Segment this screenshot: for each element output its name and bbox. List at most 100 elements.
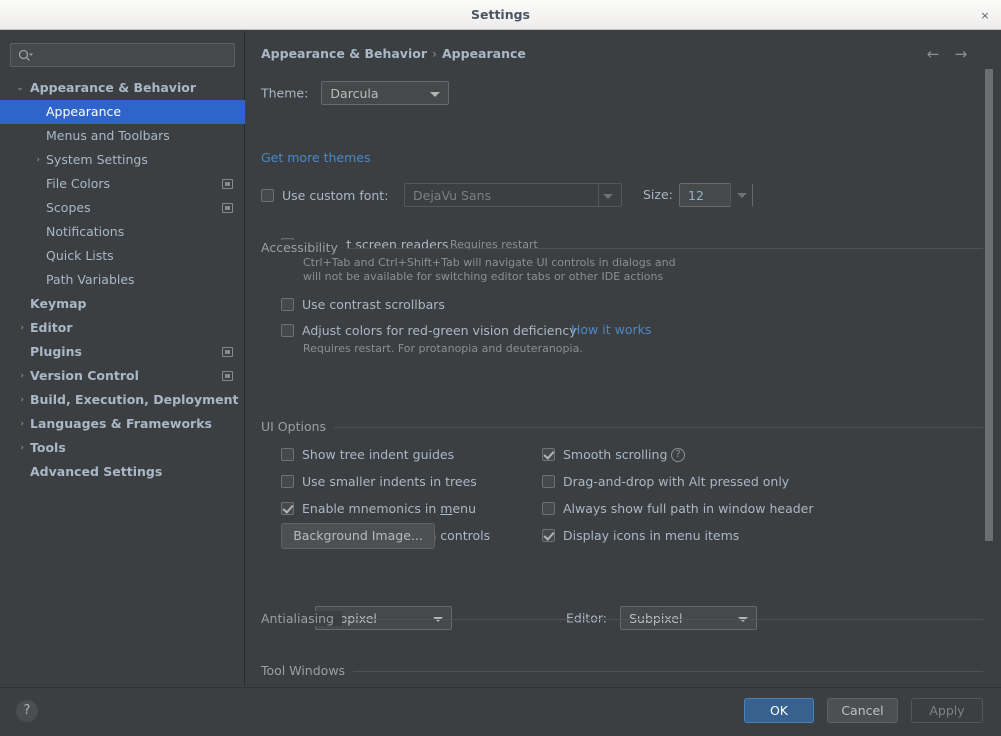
spinner-dropdown-button[interactable] [730, 183, 752, 207]
sidebar-item-label: Build, Execution, Deployment [30, 392, 239, 407]
sidebar-item-menus-and-toolbars[interactable]: Menus and Toolbars [0, 124, 245, 148]
theme-value: Darcula [330, 86, 379, 101]
settings-content-panel: Appearance & Behavior › Appearance ← → The… [246, 31, 1001, 686]
chevron-right-icon[interactable]: › [16, 316, 28, 340]
chevron-down-icon [737, 193, 747, 198]
checkbox-box [281, 475, 294, 488]
sidebar-item-build-execution-deployment[interactable]: › Build, Execution, Deployment [0, 388, 245, 412]
back-arrow-icon[interactable]: ← [922, 45, 944, 65]
editor-antialiasing-select[interactable]: Subpixel [620, 606, 758, 630]
sidebar-item-scopes[interactable]: Scopes [0, 196, 245, 220]
editor-antialiasing-label: Editor: [566, 610, 607, 626]
sidebar-item-label: Plugins [30, 344, 82, 359]
sidebar-item-version-control[interactable]: › Version Control [0, 364, 245, 388]
ui-option-label: Smooth scrolling [563, 447, 668, 462]
sidebar-item-label: Tools [30, 440, 66, 455]
editor-antialiasing-row: Editor: Subpixel [566, 606, 758, 630]
divider [261, 671, 983, 672]
sidebar-item-label: System Settings [46, 152, 148, 167]
ui-option-label: Drag-and-drop with Alt pressed only [563, 474, 790, 489]
settings-dialog: Settings × ⌄ Appearance & Behavior Appeara… [0, 0, 1001, 736]
sidebar-item-label: Appearance & Behavior [30, 80, 196, 95]
close-icon[interactable]: × [977, 8, 993, 24]
search-field-wrapper[interactable] [10, 43, 235, 67]
sidebar-item-label: Quick Lists [46, 248, 114, 263]
breadcrumb-leaf: Appearance [442, 46, 526, 61]
sidebar-item-label: Editor [30, 320, 73, 335]
sidebar-item-path-variables[interactable]: Path Variables [0, 268, 245, 292]
get-more-themes-link[interactable]: Get more themes [261, 150, 371, 165]
divider [261, 248, 983, 249]
divider [598, 184, 599, 206]
checkbox-box [281, 324, 294, 337]
mnemonic-letter: m [440, 501, 453, 516]
antialiasing-title: Antialiasing [261, 611, 342, 626]
sidebar-item-label: Appearance [46, 104, 122, 119]
ok-button[interactable]: OK [744, 698, 814, 723]
background-image-button[interactable]: Background Image... [281, 523, 435, 549]
chevron-down-icon [430, 92, 441, 97]
settings-sidebar: ⌄ Appearance & Behavior Appearance Menus an… [0, 31, 245, 686]
screen-readers-note-line1: Ctrl+Tab and Ctrl+Shift+Tab will navigat… [303, 256, 676, 269]
ui-option-label: Always show full path in window header [563, 501, 814, 516]
accessibility-title: Accessibility [261, 240, 346, 255]
content-scrollbar[interactable] [985, 69, 993, 541]
chevron-right-icon[interactable]: › [16, 436, 28, 460]
font-size-value: 12 [688, 188, 704, 203]
sidebar-item-label: File Colors [46, 176, 111, 191]
sidebar-item-advanced-settings[interactable]: Advanced Settings [0, 460, 245, 484]
chevron-right-icon[interactable]: › [16, 364, 28, 388]
sidebar-item-label: Path Variables [46, 272, 135, 287]
checkbox-box [542, 502, 555, 515]
chevron-right-icon[interactable]: › [16, 412, 28, 436]
chevron-down-icon[interactable]: ⌄ [14, 76, 26, 100]
cancel-button[interactable]: Cancel [827, 698, 898, 723]
sidebar-item-tools[interactable]: › Tools [0, 436, 245, 460]
divider [261, 619, 983, 620]
breadcrumb: Appearance & Behavior › Appearance [261, 46, 526, 61]
navigation-arrows: ← → [922, 45, 978, 65]
custom-font-value: DejaVu Sans [413, 188, 492, 203]
how-it-works-link[interactable]: How it works [571, 322, 651, 337]
breadcrumb-root[interactable]: Appearance & Behavior [261, 46, 427, 61]
use-contrast-scrollbars-label: Use contrast scrollbars [302, 297, 445, 312]
search-icon [17, 48, 33, 64]
sidebar-item-languages-frameworks[interactable]: › Languages & Frameworks [0, 412, 245, 436]
help-button[interactable]: ? [16, 700, 38, 722]
help-question-icon[interactable]: ? [671, 448, 685, 462]
forward-arrow-icon[interactable]: → [950, 45, 972, 65]
sidebar-item-appearance-behavior[interactable]: ⌄ Appearance & Behavior [0, 76, 245, 100]
checkbox-box [281, 298, 294, 311]
sidebar-item-label: Keymap [30, 296, 87, 311]
chevron-right-icon[interactable]: › [32, 148, 44, 172]
tool-windows-title: Tool Windows [261, 663, 354, 678]
scope-indicator-icon [222, 347, 233, 357]
checkbox-box [261, 189, 274, 202]
use-custom-font-label: Use custom font: [282, 188, 389, 203]
sidebar-item-label: Advanced Settings [30, 464, 163, 479]
theme-row: Theme: Darcula [261, 81, 450, 105]
sidebar-item-label: Scopes [46, 200, 91, 215]
sidebar-item-label: Notifications [46, 224, 125, 239]
apply-button[interactable]: Apply [911, 698, 983, 723]
window-titlebar: Settings × [0, 0, 1001, 30]
theme-label: Theme: [261, 85, 309, 101]
sidebar-item-editor[interactable]: › Editor [0, 316, 245, 340]
custom-font-select[interactable]: DejaVu Sans [404, 183, 622, 207]
sidebar-item-quick-lists[interactable]: Quick Lists [0, 244, 245, 268]
theme-select[interactable]: Darcula [321, 81, 450, 105]
sidebar-item-appearance[interactable]: Appearance [0, 100, 245, 124]
sidebar-item-plugins[interactable]: Plugins [0, 340, 245, 364]
sidebar-item-system-settings[interactable]: › System Settings [0, 148, 245, 172]
checkbox-box [281, 502, 294, 515]
sidebar-item-file-colors[interactable]: File Colors [0, 172, 245, 196]
search-input[interactable] [37, 44, 232, 66]
requires-restart-badge: Requires restart [450, 238, 538, 251]
sidebar-item-keymap[interactable]: Keymap [0, 292, 245, 316]
chevron-right-icon[interactable]: › [16, 388, 28, 412]
checkbox-box [542, 475, 555, 488]
ui-option-label: Show tree indent guides [302, 447, 455, 462]
font-size-spinner[interactable]: 12 [679, 183, 753, 207]
sidebar-item-notifications[interactable]: Notifications [0, 220, 245, 244]
scope-indicator-icon [222, 203, 233, 213]
